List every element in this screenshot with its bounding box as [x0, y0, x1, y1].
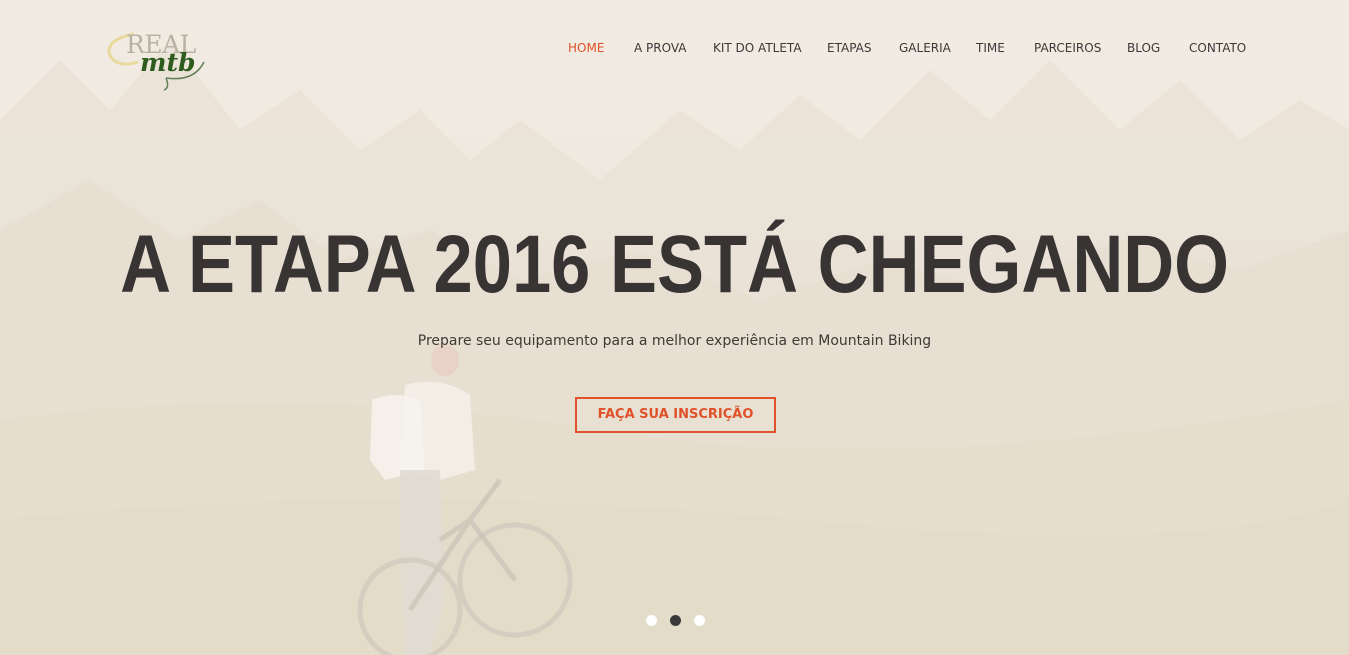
main-navigation: HOME A PROVA KIT DO ATLETA ETAPAS GALERI… — [560, 41, 1260, 59]
nav-item-galeria[interactable]: GALERIA — [899, 41, 951, 55]
site-logo[interactable]: REAL mtb — [104, 26, 210, 92]
slider-dot-1[interactable] — [646, 615, 657, 626]
nav-item-blog[interactable]: BLOG — [1127, 41, 1160, 55]
slider-dot-3[interactable] — [694, 615, 705, 626]
slider-dot-2[interactable] — [670, 615, 681, 626]
hero-subline: Prepare seu equipamento para a melhor ex… — [417, 333, 932, 349]
slider-pagination — [646, 615, 706, 627]
register-button[interactable]: FAÇA SUA INSCRIÇÃO — [575, 397, 776, 433]
logo-text-mtb: mtb — [140, 48, 196, 77]
nav-item-a-prova[interactable]: A PROVA — [634, 41, 686, 55]
nav-item-parceiros[interactable]: PARCEIROS — [1034, 41, 1101, 55]
nav-item-time[interactable]: TIME — [976, 41, 1005, 55]
nav-item-kit-do-atleta[interactable]: KIT DO ATLETA — [713, 41, 802, 55]
nav-item-home[interactable]: HOME — [568, 41, 604, 55]
nav-item-etapas[interactable]: ETAPAS — [827, 41, 871, 55]
hero-overlay — [0, 0, 1349, 655]
hero-slider — [0, 0, 1349, 655]
hero-headline: A ETAPA 2016 ESTÁ CHEGANDO — [120, 219, 1230, 310]
nav-item-contato[interactable]: CONTATO — [1189, 41, 1246, 55]
